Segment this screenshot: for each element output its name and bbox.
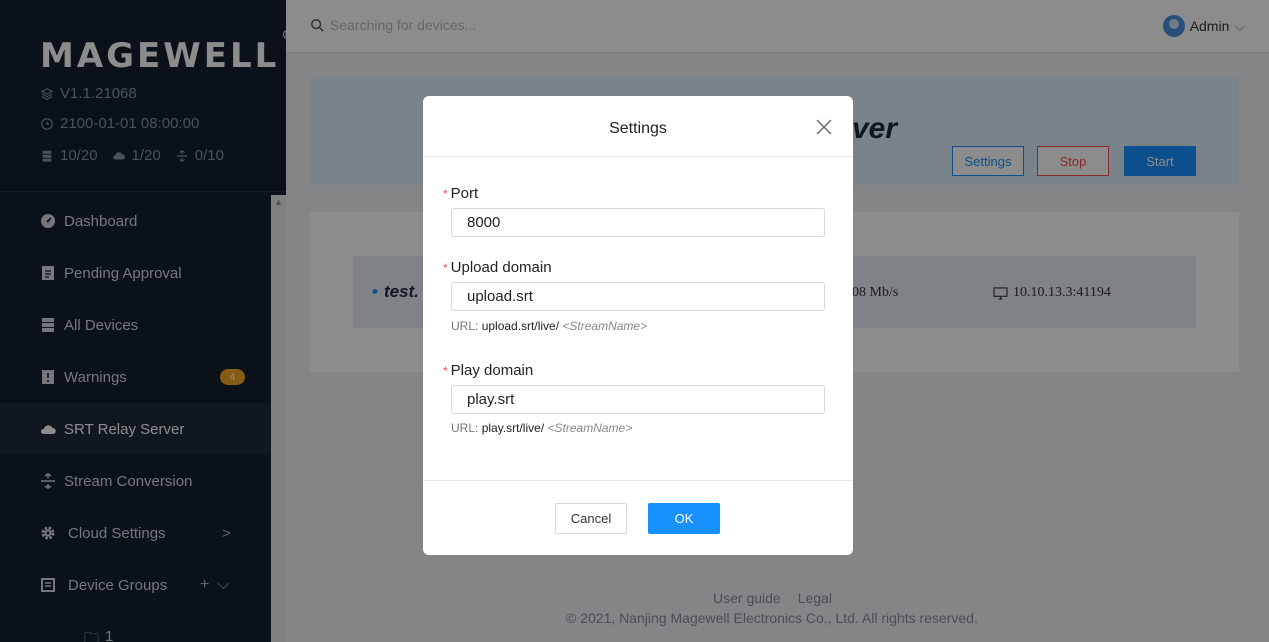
upload-domain-field[interactable]: upload.srt (451, 282, 825, 311)
upload-domain-label: * Upload domain (443, 259, 552, 276)
settings-dialog: Settings * Port 8000 * Upload domain uploa… (423, 96, 853, 555)
port-label: * Port (443, 185, 479, 202)
upload-url-hint: URL: upload.srt/live/ <StreamName> (451, 319, 648, 333)
dialog-footer-divider (423, 480, 853, 481)
dialog-title: Settings (609, 120, 667, 137)
play-domain-label: * Play domain (443, 362, 534, 379)
dialog-header-divider (423, 156, 853, 157)
port-field[interactable]: 8000 (451, 208, 825, 237)
ok-button[interactable]: OK (648, 503, 720, 534)
required-mark: * (443, 261, 448, 275)
play-url-hint: URL: play.srt/live/ <StreamName> (451, 421, 633, 435)
required-mark: * (443, 364, 448, 378)
cancel-button[interactable]: Cancel (555, 503, 627, 534)
required-mark: * (443, 187, 448, 201)
play-domain-field[interactable]: play.srt (451, 385, 825, 414)
close-icon[interactable] (815, 118, 833, 136)
